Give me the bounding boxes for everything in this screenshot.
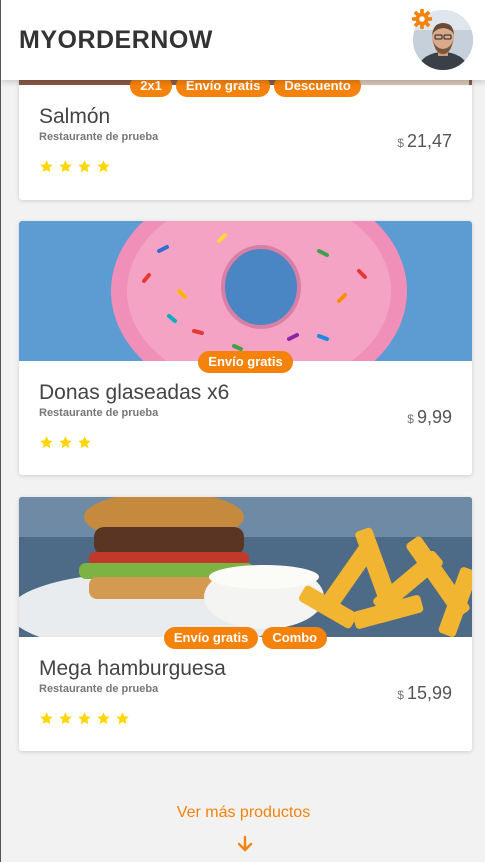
product-badge: Combo [262,627,328,649]
star-icon [97,712,110,725]
product-price: $15,99 [397,683,452,704]
price-value: 15,99 [406,683,452,703]
currency-symbol: $ [397,136,404,150]
star-icon [78,436,91,449]
product-price: $9,99 [407,407,452,428]
product-image [19,221,472,361]
product-badge: Envío gratis [163,627,259,649]
star-icon [40,436,53,449]
star-icon [40,712,53,725]
product-card[interactable]: Envío gratis Donas glaseadas x6 Restaura… [19,221,472,475]
product-badge: Envío gratis [198,351,293,373]
restaurant-name: Restaurante de prueba [39,407,159,419]
restaurant-name: Restaurante de prueba [39,683,159,695]
rating-stars [39,711,134,727]
gear-icon[interactable] [411,8,433,30]
product-badges: Envío gratis Combo [19,627,472,649]
star-icon [59,712,72,725]
star-icon [78,160,91,173]
product-image [19,497,472,637]
star-icon [40,160,53,173]
star-icon [97,160,110,173]
star-icon [59,160,72,173]
product-price: $21,47 [397,131,452,152]
product-badges: Envío gratis [19,351,472,373]
arrow-down-icon[interactable] [235,834,255,854]
product-name: Mega hamburguesa [39,657,226,680]
star-icon [78,712,91,725]
price-value: 9,99 [416,407,452,427]
currency-symbol: $ [407,412,414,426]
product-name: Donas glaseadas x6 [39,381,230,404]
app-header: MYORDERNOW [1,0,485,80]
product-card[interactable]: Envío gratis Combo Mega hamburguesa Resta… [19,497,472,751]
rating-stars [39,435,96,451]
product-name: Salmón [39,105,111,128]
brand-title: MYORDERNOW [19,26,213,54]
rating-stars [39,159,115,175]
restaurant-name: Restaurante de prueba [39,131,159,143]
currency-symbol: $ [397,688,404,702]
app-frame: MYORDERNOW 2x1 Envío gratis Descuento Sa… [0,0,485,862]
more-products-link[interactable]: Ver más productos [1,804,485,822]
star-icon [59,436,72,449]
star-icon [116,712,129,725]
price-value: 21,47 [406,131,452,151]
